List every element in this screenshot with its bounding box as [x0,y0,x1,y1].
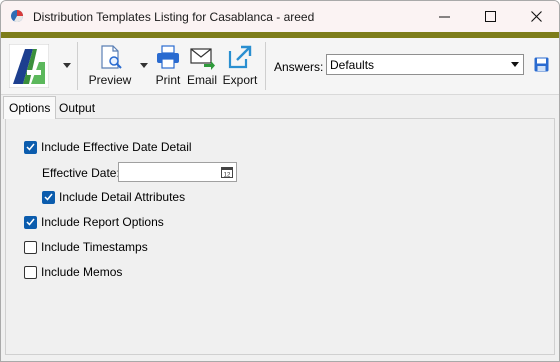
answers-label: Answers: [274,60,324,74]
effective-date-label: Effective Date: [42,166,120,180]
toolbar-separator [77,42,78,90]
close-icon [531,11,542,22]
include-timestamps-option[interactable]: Include Timestamps [24,240,148,254]
minimize-icon [439,16,450,17]
preview-button[interactable]: Preview [89,42,131,90]
minimize-button[interactable] [422,1,467,32]
app-pie-icon [11,10,23,23]
include-memos-checkbox[interactable] [24,265,37,279]
answers-value: Defaults [330,58,375,72]
close-button[interactable] [514,1,559,32]
include-detail-attributes-label: Include Detail Attributes [59,190,186,204]
preview-icon [101,45,122,69]
checkmark-icon [26,143,35,151]
printer-icon [157,45,179,69]
include-effective-date-detail-checkbox[interactable] [24,140,37,154]
print-label: Print [155,73,181,87]
email-icon [190,48,215,70]
checkmark-icon [26,218,35,226]
window-title: Distribution Templates Listing for Casab… [33,10,315,24]
effective-date-input[interactable]: 12 [118,162,237,182]
options-panel: Include Effective Date Detail Effective … [5,118,555,355]
preview-label: Preview [88,73,132,87]
title-bar: Distribution Templates Listing for Casab… [1,1,559,32]
email-button[interactable]: Email [187,42,217,90]
checkmark-icon [44,193,53,201]
print-button[interactable]: Print [154,42,182,90]
logo-dropdown-icon[interactable] [63,63,71,68]
export-label: Export [222,73,258,87]
calendar-icon[interactable]: 12 [221,166,233,178]
export-icon [228,45,252,69]
email-label: Email [187,73,218,87]
save-icon[interactable] [534,57,549,72]
include-detail-attributes-checkbox[interactable] [42,190,55,204]
include-report-options-label: Include Report Options [41,215,164,229]
include-effective-date-detail-label: Include Effective Date Detail [41,140,192,154]
include-effective-date-detail-option[interactable]: Include Effective Date Detail [24,140,192,154]
include-report-options-checkbox[interactable] [24,215,37,229]
toolbar-separator [265,42,266,90]
include-memos-label: Include Memos [41,265,123,279]
maximize-icon [485,11,496,22]
preview-dropdown-icon[interactable] [140,63,148,68]
tab-output[interactable]: Output [55,98,99,119]
chevron-down-icon [511,62,519,67]
tab-options[interactable]: Options [3,96,57,119]
include-detail-attributes-option[interactable]: Include Detail Attributes [42,190,185,204]
report-window: Distribution Templates Listing for Casab… [0,0,560,362]
export-button[interactable]: Export [222,42,258,90]
svg-text:12: 12 [224,173,231,179]
answers-select[interactable]: Defaults [326,54,524,75]
tab-strip: Options Output [1,95,559,119]
maximize-button[interactable] [468,1,513,32]
include-memos-option[interactable]: Include Memos [24,265,122,279]
include-timestamps-checkbox[interactable] [24,240,37,254]
include-timestamps-label: Include Timestamps [41,240,148,254]
company-logo-icon[interactable] [9,44,49,88]
include-report-options-option[interactable]: Include Report Options [24,215,164,229]
toolbar: Preview Print Email Export Answers: Defa… [1,38,559,95]
